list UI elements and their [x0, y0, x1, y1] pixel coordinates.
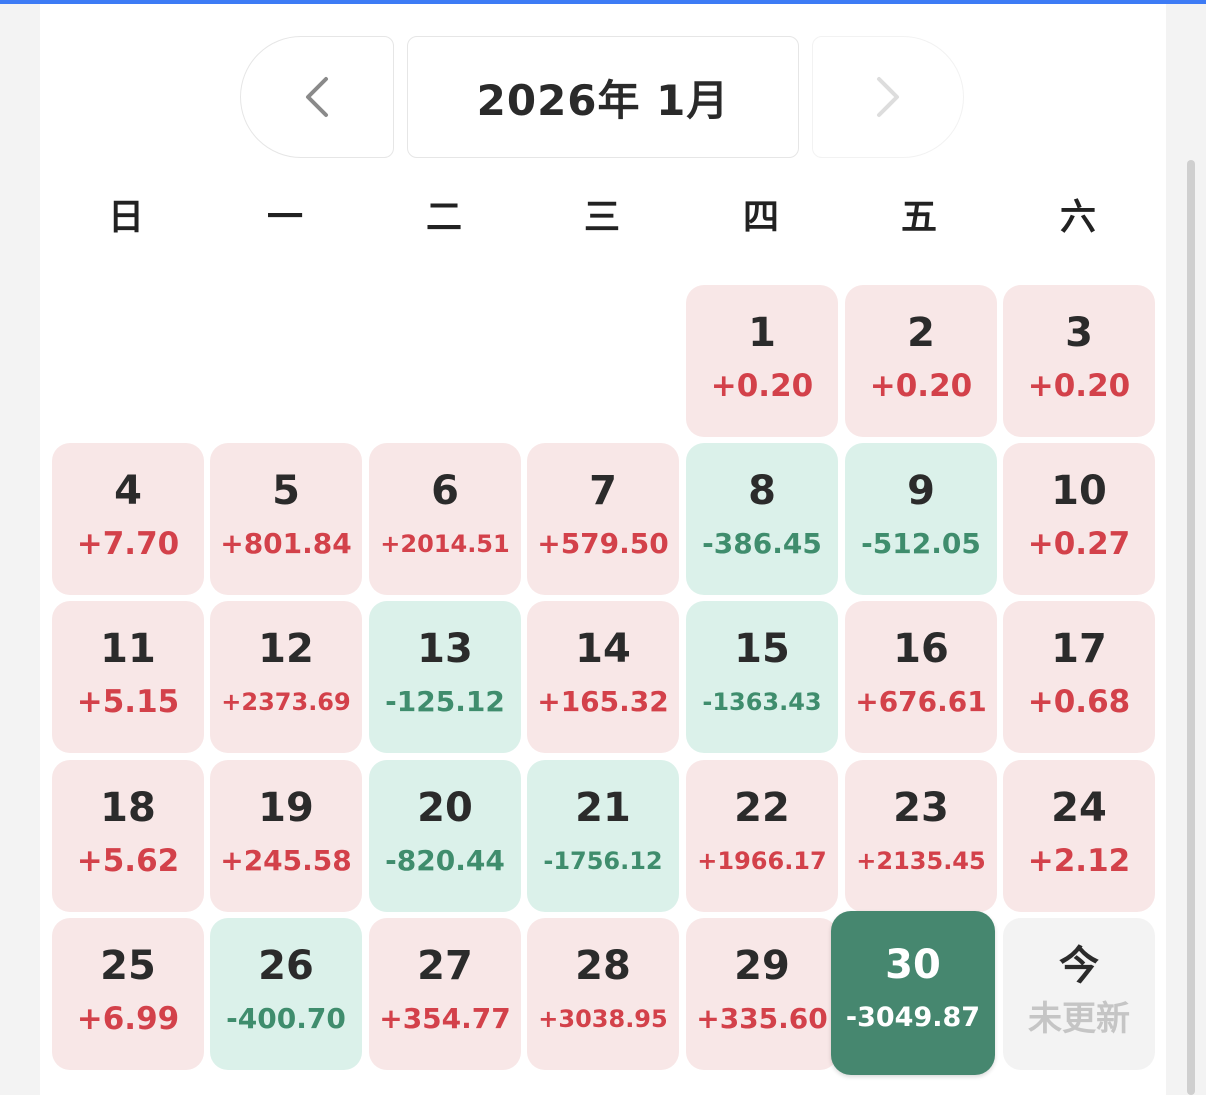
day-value: +1966.17 — [697, 847, 827, 875]
day-cell[interactable]: 12 +2373.69 — [210, 601, 362, 753]
not-updated-label: 未更新 — [1028, 999, 1130, 1039]
day-number: 12 — [258, 626, 314, 672]
day-cell[interactable]: 1 +0.20 — [686, 285, 838, 437]
day-value: -125.12 — [385, 685, 505, 718]
day-value: +2014.51 — [380, 530, 510, 558]
day-value: +2373.69 — [221, 688, 351, 716]
day-number: 29 — [734, 943, 790, 989]
day-value: +245.58 — [220, 844, 352, 877]
day-number: 14 — [575, 626, 631, 672]
day-number: 10 — [1051, 468, 1107, 514]
day-number: 7 — [589, 468, 617, 514]
day-value: -386.45 — [702, 527, 822, 560]
day-number: 24 — [1051, 785, 1107, 831]
day-cell[interactable]: 13 -125.12 — [369, 601, 521, 753]
day-cell[interactable]: 19 +245.58 — [210, 760, 362, 912]
day-value: +5.15 — [76, 684, 180, 720]
day-number: 20 — [417, 785, 473, 831]
day-cell[interactable]: 22 +1966.17 — [686, 760, 838, 912]
day-value: -512.05 — [861, 527, 981, 560]
day-cell[interactable]: 17 +0.68 — [1003, 601, 1155, 753]
day-cell[interactable]: 27 +354.77 — [369, 918, 521, 1070]
day-value: +2.12 — [1027, 843, 1131, 879]
day-value: +0.27 — [1027, 526, 1131, 562]
day-number: 18 — [100, 785, 156, 831]
day-value: +5.62 — [76, 843, 180, 879]
day-value: +0.20 — [869, 368, 973, 404]
day-value: -1756.12 — [543, 847, 663, 875]
day-value: -1363.43 — [702, 688, 822, 716]
day-cell[interactable]: 9 -512.05 — [845, 443, 997, 595]
day-number: 16 — [893, 626, 949, 672]
day-value: +354.77 — [379, 1002, 511, 1035]
day-number: 5 — [272, 468, 300, 514]
day-number: 6 — [431, 468, 459, 514]
day-number: 17 — [1051, 626, 1107, 672]
day-number: 28 — [575, 943, 631, 989]
day-value: +676.61 — [855, 685, 987, 718]
day-number: 3 — [1065, 310, 1093, 356]
calendar-grid: 1 +0.20 2 +0.20 3 +0.20 4 +7.70 5 +801.84 6 +2014.5… — [0, 0, 1206, 1095]
day-cell[interactable]: 28 +3038.95 — [527, 918, 679, 1070]
day-cell[interactable]: 26 -400.70 — [210, 918, 362, 1070]
day-value: +0.20 — [1027, 368, 1131, 404]
day-value: -400.70 — [226, 1002, 346, 1035]
day-number: 11 — [100, 626, 156, 672]
day-cell[interactable]: 16 +676.61 — [845, 601, 997, 753]
day-number: 9 — [907, 468, 935, 514]
day-number: 1 — [748, 310, 776, 356]
day-value: +0.20 — [710, 368, 814, 404]
day-number: 23 — [893, 785, 949, 831]
day-value: +3038.95 — [538, 1005, 668, 1033]
day-number: 13 — [417, 626, 473, 672]
day-value: +2135.45 — [856, 847, 986, 875]
day-cell[interactable]: 18 +5.62 — [52, 760, 204, 912]
day-number: 22 — [734, 785, 790, 831]
day-value: -3049.87 — [845, 1002, 981, 1033]
day-value: +801.84 — [220, 527, 352, 560]
day-cell[interactable]: 11 +5.15 — [52, 601, 204, 753]
day-cell[interactable]: 7 +579.50 — [527, 443, 679, 595]
day-number: 25 — [100, 943, 156, 989]
day-cell[interactable]: 15 -1363.43 — [686, 601, 838, 753]
day-cell[interactable]: 5 +801.84 — [210, 443, 362, 595]
day-cell[interactable]: 10 +0.27 — [1003, 443, 1155, 595]
day-cell[interactable]: 14 +165.32 — [527, 601, 679, 753]
day-cell[interactable]: 20 -820.44 — [369, 760, 521, 912]
day-cell[interactable]: 29 +335.60 — [686, 918, 838, 1070]
day-cell[interactable]: 2 +0.20 — [845, 285, 997, 437]
day-value: +0.68 — [1027, 684, 1131, 720]
day-number: 今 — [1059, 943, 1099, 989]
day-value: -820.44 — [385, 844, 505, 877]
day-cell[interactable]: 24 +2.12 — [1003, 760, 1155, 912]
day-cell[interactable]: 3 +0.20 — [1003, 285, 1155, 437]
day-cell[interactable]: 6 +2014.51 — [369, 443, 521, 595]
day-number: 26 — [258, 943, 314, 989]
day-value: +165.32 — [537, 685, 669, 718]
today-cell[interactable]: 今未更新 — [1003, 918, 1155, 1070]
day-value: +6.99 — [76, 1001, 180, 1037]
day-cell[interactable]: 23 +2135.45 — [845, 760, 997, 912]
day-value: +579.50 — [537, 527, 669, 560]
day-number: 4 — [114, 468, 142, 514]
day-cell[interactable]: 30 -3049.87 — [831, 911, 995, 1075]
day-number: 30 — [885, 942, 941, 988]
day-cell[interactable]: 8 -386.45 — [686, 443, 838, 595]
day-number: 19 — [258, 785, 314, 831]
day-number: 27 — [417, 943, 473, 989]
day-number: 8 — [748, 468, 776, 514]
day-cell[interactable]: 25 +6.99 — [52, 918, 204, 1070]
day-number: 21 — [575, 785, 631, 831]
day-number: 15 — [734, 626, 790, 672]
day-cell[interactable]: 21 -1756.12 — [527, 760, 679, 912]
day-number: 2 — [907, 310, 935, 356]
day-cell[interactable]: 4 +7.70 — [52, 443, 204, 595]
day-value: +7.70 — [76, 526, 180, 562]
day-value: +335.60 — [696, 1002, 828, 1035]
